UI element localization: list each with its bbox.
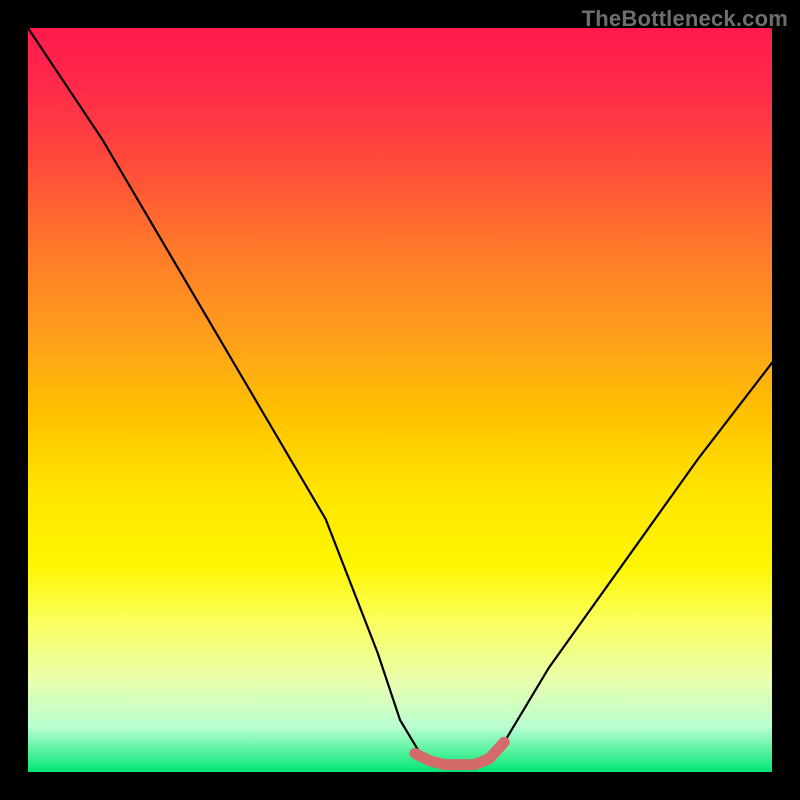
trough-highlight	[415, 742, 504, 764]
bottleneck-curve	[28, 28, 772, 765]
chart-svg	[28, 28, 772, 772]
plot-area	[28, 28, 772, 772]
chart-container: TheBottleneck.com	[0, 0, 800, 800]
watermark-label: TheBottleneck.com	[582, 6, 788, 32]
